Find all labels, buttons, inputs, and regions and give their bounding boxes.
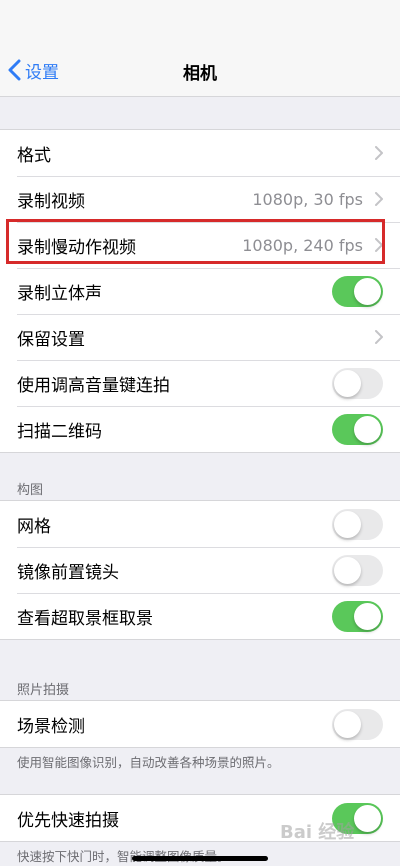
row-label: 场景检测 <box>17 716 85 737</box>
row-label: 优先快速拍摄 <box>17 810 119 831</box>
toggle-knob <box>334 370 361 397</box>
row-label: 格式 <box>17 145 51 166</box>
chevron-right-icon <box>375 146 383 160</box>
scene-detection-toggle[interactable] <box>332 709 383 740</box>
row-value: 1080p, 240 fps <box>242 235 363 255</box>
chevron-right-icon <box>375 330 383 344</box>
chevron-right-icon <box>375 238 383 252</box>
volume-burst-toggle[interactable] <box>332 368 383 399</box>
toggle-knob <box>354 416 381 443</box>
row-scene-detection: 场景检测 <box>0 701 400 747</box>
row-record-stereo: 录制立体声 <box>0 268 400 314</box>
mirror-front-toggle[interactable] <box>332 555 383 586</box>
row-label: 保留设置 <box>17 329 85 350</box>
toggle-knob <box>334 711 361 738</box>
row-label: 查看超取景框取景 <box>17 608 153 629</box>
row-scan-qr: 扫描二维码 <box>0 406 400 452</box>
camera-settings-group: 格式 录制视频 1080p, 30 fps 录制慢动作视频 1080p, 240… <box>0 129 400 453</box>
row-volume-burst: 使用调高音量键连拍 <box>0 360 400 406</box>
view-outside-frame-toggle[interactable] <box>332 601 383 632</box>
row-label: 录制慢动作视频 <box>17 237 136 258</box>
composition-group: 网格 镜像前置镜头 查看超取景框取景 <box>0 500 400 640</box>
row-label: 扫描二维码 <box>17 421 102 442</box>
status-bar <box>0 0 400 44</box>
row-label: 录制视频 <box>17 191 85 212</box>
photo-capture-group: 场景检测 <box>0 700 400 748</box>
toggle-knob <box>334 511 361 538</box>
row-record-slo-mo[interactable]: 录制慢动作视频 1080p, 240 fps <box>0 222 400 268</box>
grid-toggle[interactable] <box>332 509 383 540</box>
row-preserve-settings[interactable]: 保留设置 <box>0 314 400 360</box>
scan-qr-toggle[interactable] <box>332 414 383 445</box>
section-header-photo-capture: 照片拍摄 <box>17 683 70 698</box>
row-value: 1080p, 30 fps <box>252 189 363 209</box>
toggle-knob <box>354 805 381 832</box>
toggle-knob <box>354 278 381 305</box>
row-record-video[interactable]: 录制视频 1080p, 30 fps <box>0 176 400 222</box>
row-label: 网格 <box>17 516 51 537</box>
stereo-toggle[interactable] <box>332 276 383 307</box>
toggle-knob <box>354 603 381 630</box>
home-indicator <box>132 856 268 861</box>
chevron-right-icon <box>375 192 383 206</box>
row-mirror-front: 镜像前置镜头 <box>0 547 400 593</box>
row-view-outside-frame: 查看超取景框取景 <box>0 593 400 639</box>
toggle-knob <box>334 557 361 584</box>
scene-detection-footnote: 使用智能图像识别，自动改善各种场景的照片。 <box>17 755 280 770</box>
section-header-composition: 构图 <box>17 483 44 498</box>
watermark: Bai 经验 <box>280 822 355 843</box>
row-label: 录制立体声 <box>17 283 102 304</box>
page-title: 相机 <box>183 64 217 84</box>
row-format[interactable]: 格式 <box>0 130 400 176</box>
row-label: 镜像前置镜头 <box>17 562 119 583</box>
navigation-bar: 设置 相机 <box>0 44 400 97</box>
row-label: 使用调高音量键连拍 <box>17 375 170 396</box>
row-grid: 网格 <box>0 501 400 547</box>
